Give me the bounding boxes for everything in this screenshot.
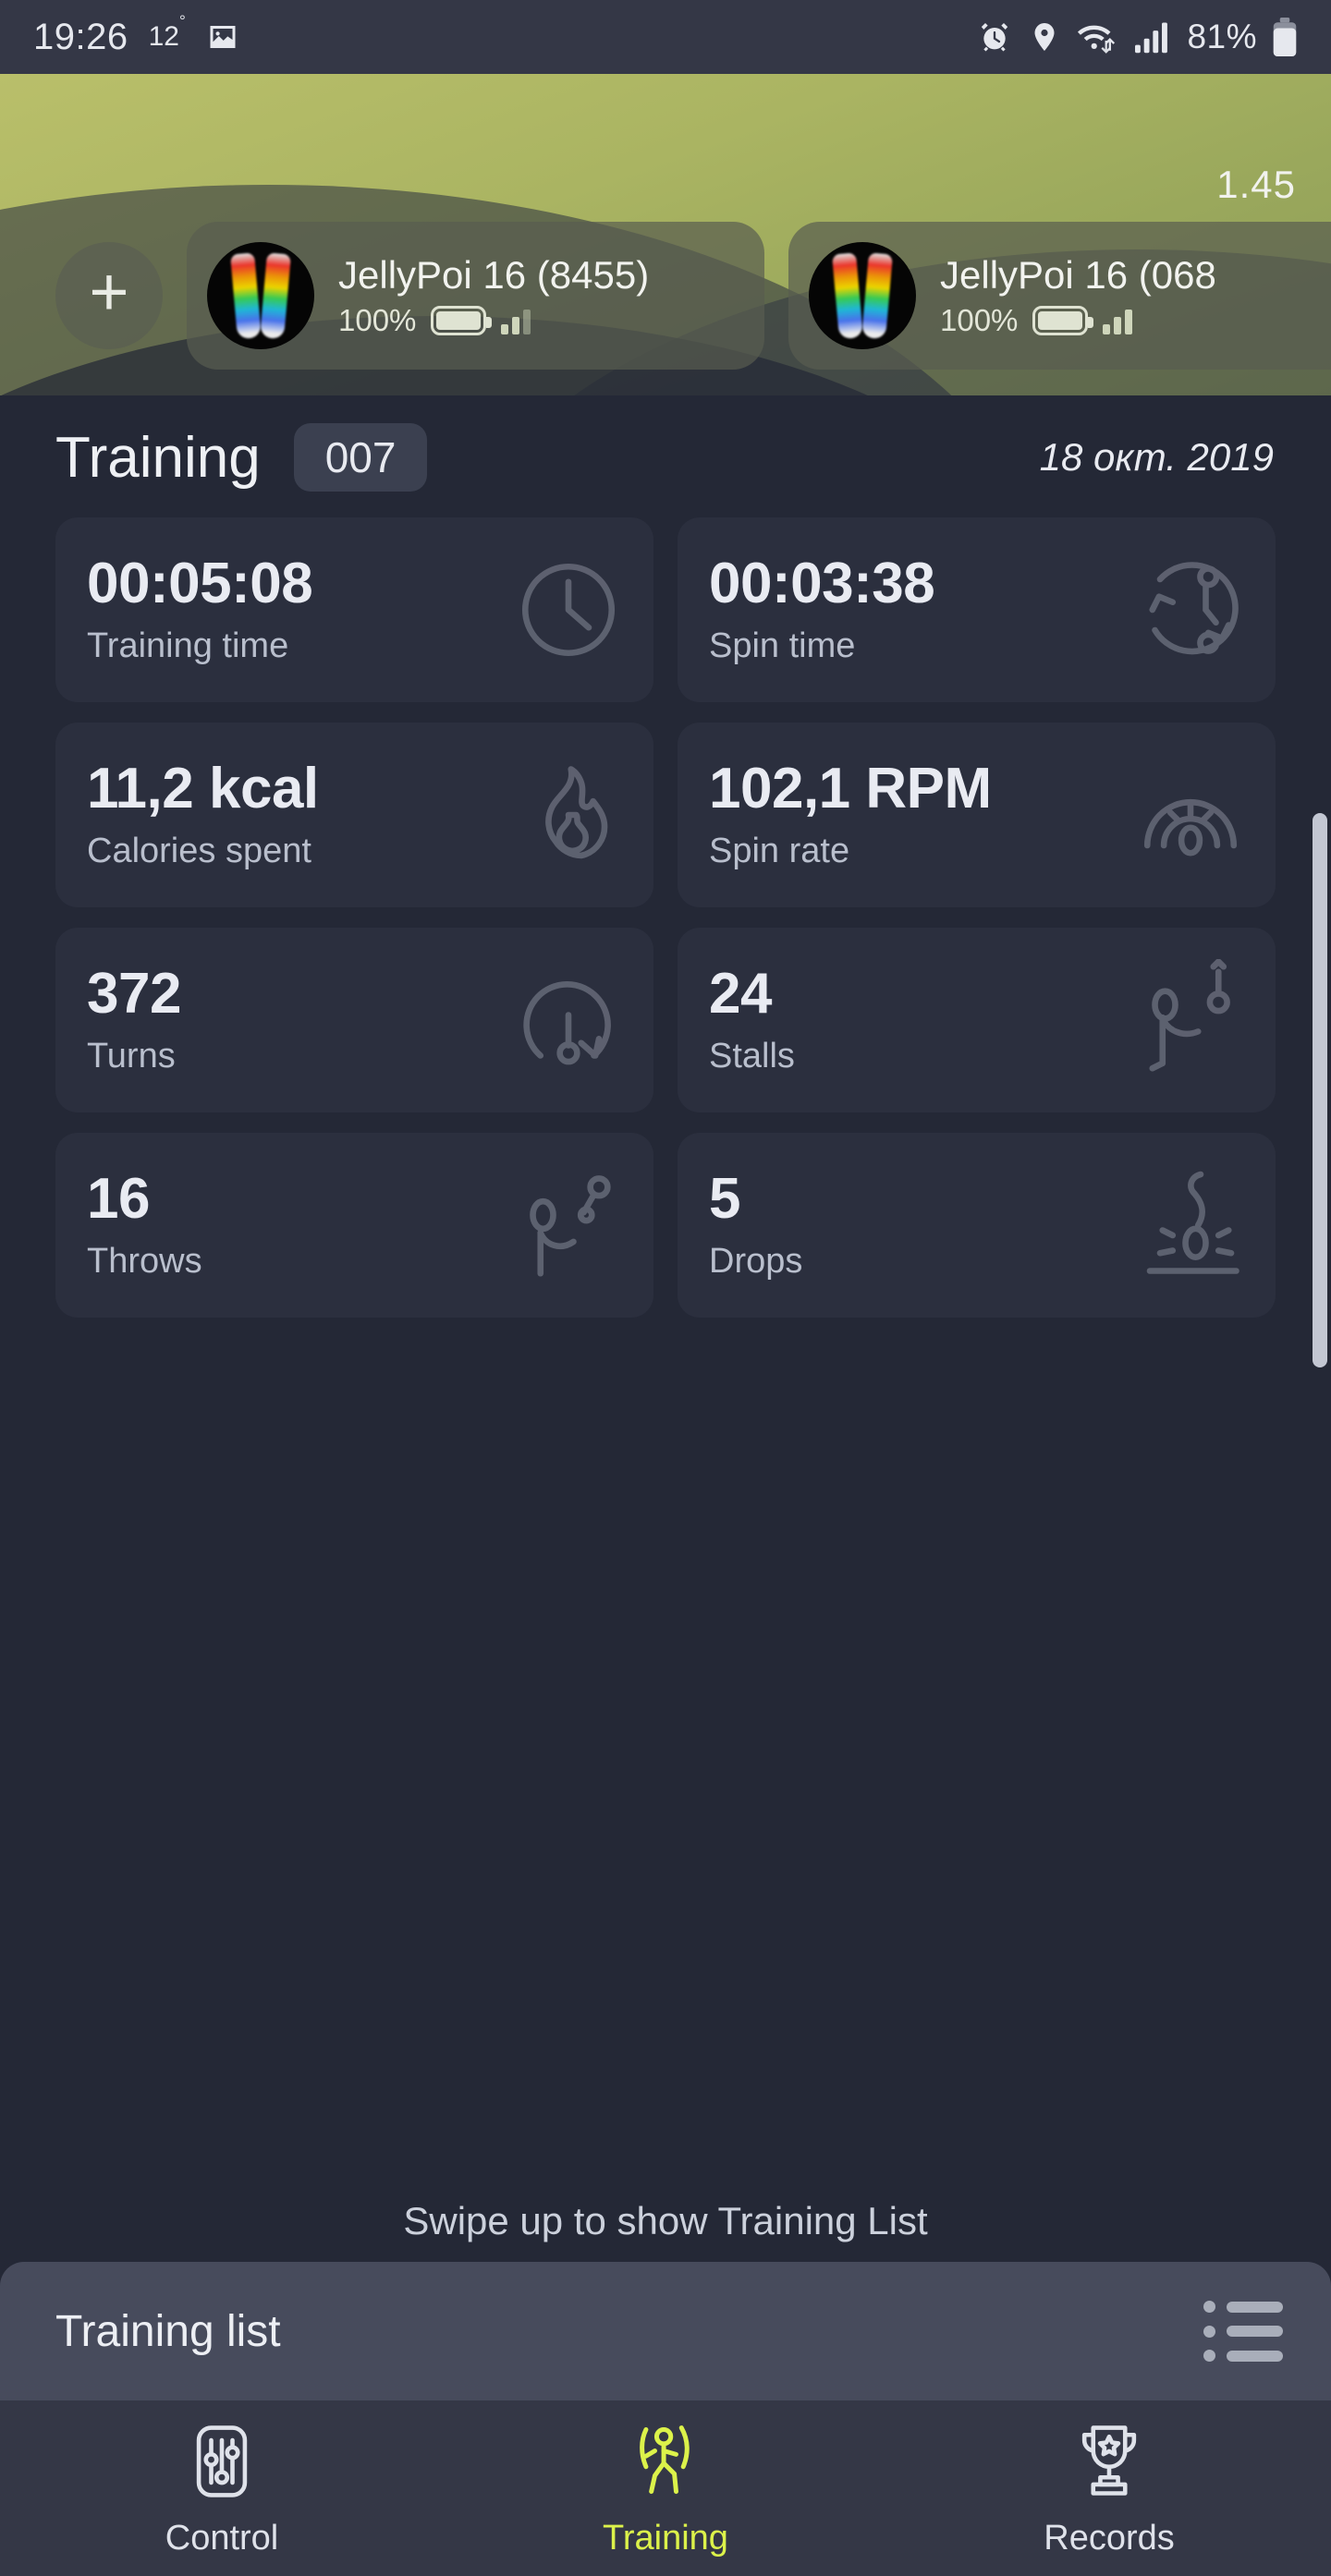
poi-glow-right xyxy=(861,252,893,340)
stat-unit: kcal xyxy=(208,756,319,820)
device-info: JellyPoi 16 (068 100% xyxy=(940,253,1216,338)
stat-label: Throws xyxy=(87,1242,202,1282)
device-meta: 100% xyxy=(940,303,1216,338)
training-number-badge[interactable]: 007 xyxy=(293,423,428,492)
device-battery-percent: 100% xyxy=(940,303,1019,337)
trophy-icon xyxy=(1067,2419,1152,2504)
status-time: 19:26 xyxy=(33,16,128,57)
stat-card-spin-time[interactable]: 00:03:38 Spin time xyxy=(678,517,1276,702)
battery-icon xyxy=(1272,18,1298,56)
poi-glow-left xyxy=(230,252,262,340)
training-list-sheet[interactable]: Training list xyxy=(0,2262,1331,2400)
device-header-area: 1.45 + JellyPoi 16 (8455) 100% JellyPoi … xyxy=(0,74,1331,395)
stat-value: 00:03:38 xyxy=(709,551,935,615)
location-icon xyxy=(1028,20,1061,54)
stat-card-calories[interactable]: 11,2 kcal Calories spent xyxy=(55,723,653,907)
stat-label: Drops xyxy=(709,1242,803,1282)
training-date: 18 окт. 2019 xyxy=(1039,435,1274,479)
nav-label: Training xyxy=(603,2518,728,2558)
status-battery-percent: 81% xyxy=(1187,18,1257,55)
stat-label: Stalls xyxy=(709,1037,795,1076)
device-card[interactable]: JellyPoi 16 (8455) 100% xyxy=(187,222,764,370)
training-content: Training 007 18 окт. 2019 00:05:08 Train… xyxy=(0,395,1331,2206)
stat-card-turns[interactable]: 372 Turns xyxy=(55,928,653,1112)
stat-value: 102,1 RPM xyxy=(709,759,1244,819)
wifi-icon xyxy=(1076,18,1118,55)
device-signal-icon xyxy=(1103,307,1133,334)
page-title: Training xyxy=(55,425,261,490)
stat-label: Turns xyxy=(87,1037,176,1076)
status-temperature: 12° xyxy=(148,12,186,52)
stat-value: 11,2 kcal xyxy=(87,759,622,819)
stat-label: Training time xyxy=(87,626,289,666)
device-signal-icon xyxy=(501,307,531,334)
device-card[interactable]: JellyPoi 16 (068 100% xyxy=(788,222,1331,370)
poi-avatar xyxy=(809,242,916,349)
runner-icon xyxy=(623,2419,708,2504)
stat-value: 372 xyxy=(87,961,181,1026)
stat-unit: RPM xyxy=(865,756,992,820)
stat-value: 5 xyxy=(709,1166,740,1231)
nav-item-control[interactable]: Control xyxy=(0,2419,444,2558)
stat-label: Spin rate xyxy=(709,832,850,871)
image-icon xyxy=(206,20,239,54)
app-screen: 19:26 12° 81% 1.45 + JellyPoi 16 (8455) … xyxy=(0,0,1331,2576)
device-name: JellyPoi 16 (8455) xyxy=(338,253,650,297)
app-version: 1.45 xyxy=(1216,163,1296,206)
stat-number: 102,1 xyxy=(709,756,850,820)
stat-number: 11,2 xyxy=(87,756,194,820)
poi-glow-left xyxy=(832,252,863,340)
signal-icon xyxy=(1133,19,1172,55)
device-info: JellyPoi 16 (8455) 100% xyxy=(338,253,649,338)
stats-grid: 00:05:08 Training time 00:03:38 Spin tim… xyxy=(0,497,1331,1318)
device-name: JellyPoi 16 (068 xyxy=(940,253,1216,297)
stat-card-throws[interactable]: 16 Throws xyxy=(55,1133,653,1318)
add-device-button[interactable]: + xyxy=(55,242,163,349)
status-bar-left: 19:26 12° xyxy=(33,12,239,58)
stat-card-stalls[interactable]: 24 Stalls xyxy=(678,928,1276,1112)
training-list-title: Training list xyxy=(55,2306,281,2356)
stat-value: 16 xyxy=(87,1166,150,1231)
stat-card-drops[interactable]: 5 Drops xyxy=(678,1133,1276,1318)
sliders-icon xyxy=(179,2419,264,2504)
stat-card-spin-rate[interactable]: 102,1 RPM Spin rate xyxy=(678,723,1276,907)
status-bar: 19:26 12° 81% xyxy=(0,0,1331,74)
device-battery-icon xyxy=(431,306,493,335)
poi-glow-right xyxy=(260,252,291,340)
status-bar-right: 81% xyxy=(976,18,1298,56)
device-meta: 100% xyxy=(338,303,649,338)
device-battery-icon xyxy=(1032,306,1094,335)
nav-item-training[interactable]: Training xyxy=(444,2419,887,2558)
stat-label: Spin time xyxy=(709,626,856,666)
stat-value: 24 xyxy=(709,961,772,1026)
device-list: + JellyPoi 16 (8455) 100% JellyPoi 16 (0… xyxy=(0,222,1331,370)
nav-label: Control xyxy=(165,2518,279,2558)
alarm-icon xyxy=(976,18,1013,55)
stat-value: 00:05:08 xyxy=(87,551,313,615)
nav-label: Records xyxy=(1044,2518,1175,2558)
page-header: Training 007 18 окт. 2019 xyxy=(0,395,1331,497)
bottom-navigation: Control Training Records xyxy=(0,2400,1331,2576)
swipe-hint: Swipe up to show Training List xyxy=(403,2199,928,2242)
vertical-scrollbar[interactable] xyxy=(1313,813,1327,1367)
stat-label: Calories spent xyxy=(87,832,311,871)
device-battery-percent: 100% xyxy=(338,303,417,337)
list-icon[interactable] xyxy=(1203,2301,1283,2362)
poi-avatar xyxy=(207,242,314,349)
nav-item-records[interactable]: Records xyxy=(887,2419,1331,2558)
stat-card-training-time[interactable]: 00:05:08 Training time xyxy=(55,517,653,702)
